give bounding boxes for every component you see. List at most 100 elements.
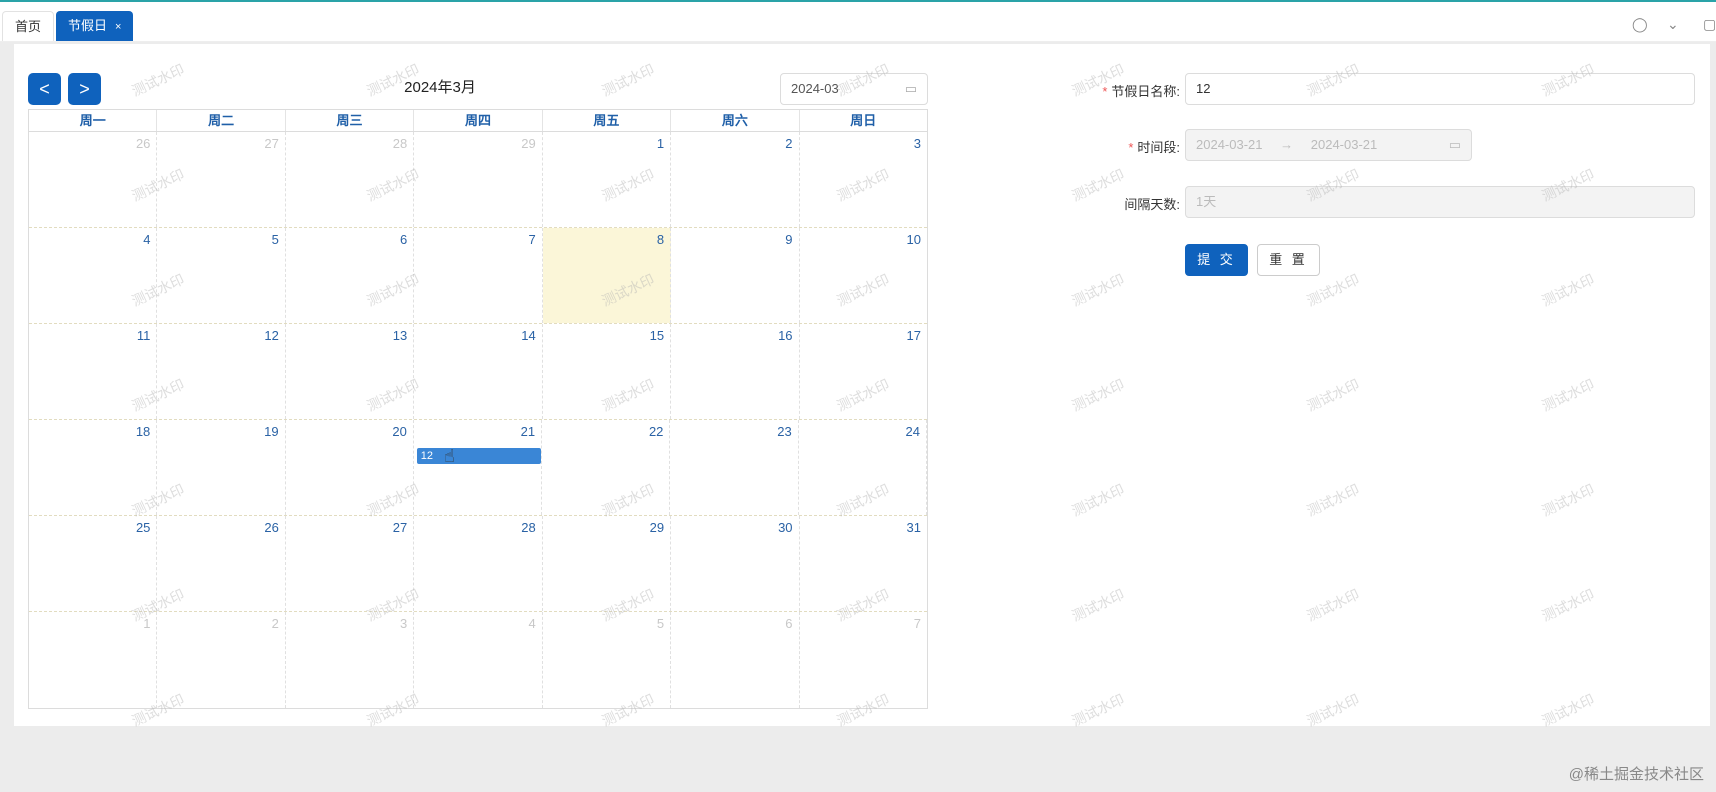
range-label-text: 时间段: <box>1137 140 1180 155</box>
day-cell[interactable]: 1 <box>543 132 672 227</box>
day-number: 11 <box>136 328 151 343</box>
day-cell[interactable]: 4 <box>29 228 158 323</box>
day-number: 23 <box>777 424 792 439</box>
week-row: 25 26 27 28 29 30 31 <box>29 516 927 612</box>
month-value: 2024-03 <box>791 81 839 96</box>
day-number: 3 <box>400 616 408 631</box>
day-cell-today[interactable]: 8 <box>542 228 672 323</box>
week-row: 4 5 6 7 8 9 10 <box>29 228 927 324</box>
day-cell[interactable]: 12 <box>157 324 286 419</box>
day-cell[interactable]: 5 <box>543 612 672 708</box>
day-number: 9 <box>785 232 793 247</box>
weekday-label: 周四 <box>414 110 543 131</box>
day-cell[interactable]: 26 <box>29 132 158 227</box>
name-value: 12 <box>1196 81 1211 96</box>
weekday-label: 周六 <box>671 110 800 131</box>
day-number: 1 <box>656 136 665 151</box>
day-cell[interactable]: 29 <box>414 132 543 227</box>
day-cell[interactable]: 25 <box>29 516 158 611</box>
day-cell[interactable]: 20 <box>286 420 414 515</box>
refresh-icon[interactable]: ◯ <box>1632 16 1648 33</box>
day-cell[interactable]: 30 <box>671 516 800 611</box>
close-icon[interactable]: × <box>115 21 121 33</box>
fullscreen-icon[interactable]: ▢ <box>1703 16 1716 33</box>
day-cell[interactable]: 23 <box>670 420 799 515</box>
day-cell[interactable]: 3 <box>286 612 415 708</box>
tab-label: 节假日 <box>68 18 108 33</box>
interval-days-input[interactable]: 1天 <box>1185 186 1695 218</box>
day-cell[interactable]: 27 <box>157 132 286 227</box>
day-number: 20 <box>392 424 407 439</box>
tab-label: 首页 <box>15 19 42 34</box>
day-number: 15 <box>649 328 665 343</box>
holiday-event[interactable]: 12 <box>416 448 542 464</box>
day-cell[interactable]: 5 <box>157 228 286 323</box>
day-number: 18 <box>135 424 151 439</box>
day-number: 24 <box>905 424 920 439</box>
day-cell[interactable]: 6 <box>671 612 800 708</box>
day-cell[interactable]: 17 <box>800 324 927 419</box>
day-number: 6 <box>400 232 408 247</box>
days-value: 1天 <box>1196 194 1217 209</box>
day-cell[interactable]: 9 <box>671 228 800 323</box>
day-cell[interactable]: 28 <box>286 132 415 227</box>
day-cell[interactable]: 1 <box>29 612 158 708</box>
tab-home[interactable]: 首页 <box>2 11 55 41</box>
day-number: 27 <box>264 136 279 151</box>
tab-holiday[interactable]: 节假日 × <box>56 11 134 41</box>
day-cell[interactable]: 24 <box>799 420 927 515</box>
weekday-label: 周五 <box>543 110 672 131</box>
day-number: 17 <box>906 328 921 343</box>
day-cell[interactable]: 27 <box>286 516 415 611</box>
tab-bar: 首页 节假日 × ◯ ⌄ ▢ <box>0 2 1716 42</box>
day-cell[interactable]: 22 <box>542 420 671 515</box>
day-number: 2 <box>785 136 793 151</box>
day-cell[interactable]: 4 <box>414 612 543 708</box>
day-number: 8 <box>656 232 665 247</box>
day-cell[interactable]: 19 <box>157 420 286 515</box>
day-cell[interactable]: 18 <box>29 420 158 515</box>
calendar-grid: 周一 周二 周三 周四 周五 周六 周日 26 27 28 29 1 2 3 4 5 6 7 8 9 10 11 12 13… <box>28 109 928 709</box>
credit-text: @稀土掘金技术社区 <box>1568 766 1704 783</box>
day-number: 3 <box>913 136 921 151</box>
day-cell[interactable]: 6 <box>286 228 415 323</box>
submit-button[interactable]: 提 交 <box>1185 244 1248 276</box>
day-cell[interactable]: 7 <box>414 228 543 323</box>
weekday-label: 周二 <box>157 110 286 131</box>
day-cell[interactable]: 11 <box>29 324 158 419</box>
date-range-input[interactable]: 2024-03-21 → 2024-03-21 ▭ <box>1185 129 1472 161</box>
day-cell[interactable]: 31 <box>800 516 927 611</box>
prev-month-button[interactable]: < <box>28 73 61 105</box>
day-cell[interactable]: 21 <box>414 420 543 515</box>
next-month-button[interactable]: > <box>68 73 101 105</box>
calendar-icon: ▭ <box>1448 137 1461 152</box>
month-picker[interactable]: 2024-03 ▭ <box>780 73 928 105</box>
day-number: 22 <box>648 424 664 439</box>
day-cell[interactable]: 14 <box>414 324 543 419</box>
day-cell[interactable]: 3 <box>800 132 927 227</box>
day-number: 4 <box>143 232 151 247</box>
day-cell[interactable]: 26 <box>157 516 286 611</box>
day-cell[interactable]: 7 <box>800 612 927 708</box>
day-number: 16 <box>778 328 793 343</box>
day-cell[interactable]: 13 <box>286 324 415 419</box>
day-number: 26 <box>264 520 279 535</box>
range-separator: → <box>1280 137 1294 152</box>
day-cell[interactable]: 29 <box>543 516 672 611</box>
day-cell[interactable]: 15 <box>543 324 672 419</box>
day-number: 21 <box>520 424 536 439</box>
reset-button[interactable]: 重 置 <box>1257 244 1320 276</box>
day-cell[interactable]: 2 <box>671 132 800 227</box>
day-cell[interactable]: 2 <box>157 612 286 708</box>
day-cell[interactable]: 10 <box>800 228 927 323</box>
day-cell[interactable]: 16 <box>671 324 800 419</box>
day-cell[interactable]: 28 <box>414 516 543 611</box>
week-row: 1 2 3 4 5 6 7 <box>29 612 927 708</box>
chevron-down-icon[interactable]: ⌄ <box>1667 16 1679 33</box>
holiday-name-input[interactable]: 12 <box>1185 73 1695 105</box>
day-number: 28 <box>392 136 408 151</box>
day-number: 30 <box>778 520 793 535</box>
days-label: 间隔天数: <box>1124 197 1180 212</box>
day-number: 5 <box>656 616 665 631</box>
day-number: 29 <box>521 136 536 151</box>
